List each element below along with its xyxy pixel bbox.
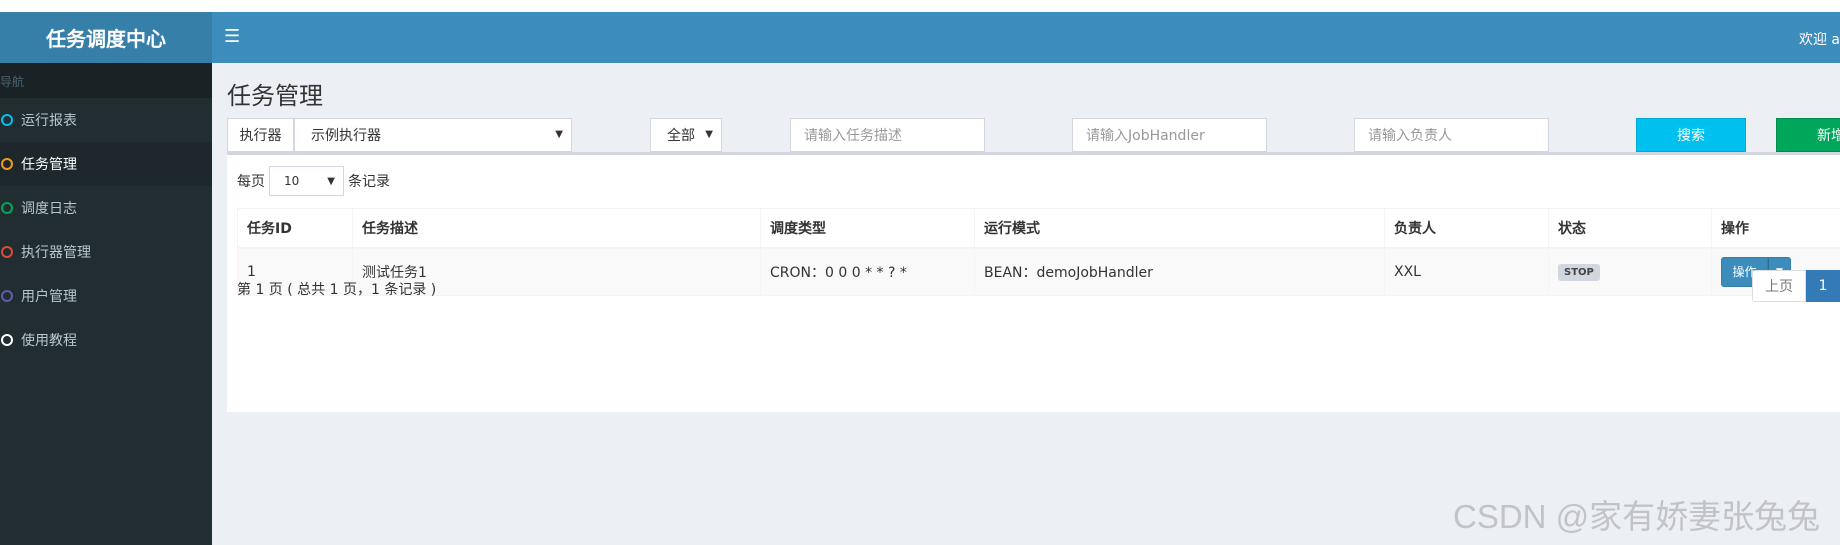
table-header-row: 任务ID 任务描述 调度类型 运行模式 负责人 状态 操作 bbox=[237, 208, 1840, 249]
col-header-mode[interactable]: 运行模式 bbox=[974, 208, 1385, 249]
page-length-suffix: 条记录 bbox=[348, 174, 390, 190]
top-strip bbox=[0, 0, 1840, 12]
sidebar-header: 导航 bbox=[0, 63, 212, 98]
sidebar-item-3[interactable]: 执行器管理 bbox=[0, 230, 212, 274]
executor-filter: 执行器 示例执行器 ▼ bbox=[227, 118, 620, 152]
status-badge: STOP bbox=[1558, 263, 1600, 281]
sidebar-item-label: 执行器管理 bbox=[21, 245, 91, 261]
top-navbar: ☰ 欢迎 a bbox=[212, 12, 1840, 63]
page-length-value: 10 bbox=[284, 174, 300, 188]
sidebar-item-label: 使用教程 bbox=[21, 333, 77, 349]
add-button[interactable]: 新增 bbox=[1776, 118, 1840, 152]
circle-icon bbox=[1, 158, 13, 170]
cell-author: XXL bbox=[1384, 247, 1549, 296]
app-logo[interactable]: 任务调度中心 bbox=[0, 12, 212, 63]
sidebar-item-label: 调度日志 bbox=[21, 201, 77, 217]
welcome-user-menu[interactable]: 欢迎 a bbox=[1799, 29, 1840, 49]
cell-status: STOP bbox=[1548, 247, 1712, 296]
circle-icon bbox=[1, 246, 13, 258]
table-info: 第 1 页 ( 总共 1 页，1 条记录 ) bbox=[237, 282, 437, 298]
sidebar: 导航 运行报表任务管理调度日志执行器管理用户管理使用教程 bbox=[0, 63, 212, 545]
chevron-down-icon: ▼ bbox=[555, 129, 563, 140]
cell-schedule: CRON：0 0 0 * * ? * bbox=[760, 247, 975, 296]
cell-mode: BEAN：demoJobHandler bbox=[974, 247, 1385, 296]
sidebar-item-2[interactable]: 调度日志 bbox=[0, 186, 212, 230]
page-length-prefix: 每页 bbox=[237, 174, 265, 190]
status-select-value: 全部 bbox=[667, 128, 695, 144]
sidebar-item-label: 任务管理 bbox=[21, 157, 77, 173]
job-table: 任务ID 任务描述 调度类型 运行模式 负责人 状态 操作 1 测试任务1 CR… bbox=[237, 208, 1840, 296]
chevron-down-icon: ▼ bbox=[705, 129, 713, 140]
col-header-id[interactable]: 任务ID bbox=[237, 208, 353, 249]
hamburger-icon[interactable]: ☰ bbox=[224, 26, 240, 48]
sidebar-item-label: 用户管理 bbox=[21, 289, 77, 305]
page-length-control: 每页 10 ▼ 条记录 bbox=[237, 166, 390, 196]
pagination: 上页 1 下页 bbox=[1752, 270, 1840, 302]
col-header-author[interactable]: 负责人 bbox=[1384, 208, 1549, 249]
prev-page-button[interactable]: 上页 bbox=[1752, 270, 1806, 302]
sidebar-item-label: 运行报表 bbox=[21, 113, 77, 129]
page-length-select[interactable]: 10 ▼ bbox=[269, 166, 344, 196]
executor-select-value: 示例执行器 bbox=[311, 128, 381, 144]
col-header-status[interactable]: 状态 bbox=[1548, 208, 1712, 249]
executor-label: 执行器 bbox=[227, 118, 294, 152]
chevron-down-icon: ▼ bbox=[327, 176, 335, 187]
page-title: 任务管理 bbox=[227, 82, 323, 110]
table-row: 1 测试任务1 CRON：0 0 0 * * ? * BEAN：demoJobH… bbox=[237, 247, 1840, 296]
executor-select[interactable]: 示例执行器 ▼ bbox=[294, 118, 572, 152]
col-header-schedule[interactable]: 调度类型 bbox=[760, 208, 975, 249]
circle-icon bbox=[1, 334, 13, 346]
circle-icon bbox=[1, 202, 13, 214]
job-table-box: 每页 10 ▼ 条记录 任务ID 任务描述 调度类型 运行模式 负责人 状态 操… bbox=[227, 152, 1840, 412]
author-input[interactable]: 请输入负责人 bbox=[1354, 118, 1549, 152]
status-select[interactable]: 全部 ▼ bbox=[650, 118, 722, 152]
circle-icon bbox=[1, 114, 13, 126]
col-header-action: 操作 bbox=[1711, 208, 1840, 249]
job-desc-input[interactable]: 请输入任务描述 bbox=[790, 118, 985, 152]
sidebar-item-5[interactable]: 使用教程 bbox=[0, 318, 212, 362]
circle-icon bbox=[1, 290, 13, 302]
job-handler-input[interactable]: 请输入JobHandler bbox=[1072, 118, 1267, 152]
sidebar-item-1[interactable]: 任务管理 bbox=[0, 142, 212, 186]
watermark-text: CSDN @家有娇妻张兔兔 bbox=[1453, 498, 1821, 535]
col-header-desc[interactable]: 任务描述 bbox=[352, 208, 761, 249]
sidebar-item-0[interactable]: 运行报表 bbox=[0, 98, 212, 142]
search-button[interactable]: 搜索 bbox=[1636, 118, 1746, 152]
main-content: 任务管理 执行器 示例执行器 ▼ 全部 ▼ 请输入任务描述 请输入JobHand… bbox=[212, 63, 1840, 545]
sidebar-item-4[interactable]: 用户管理 bbox=[0, 274, 212, 318]
page-1-button[interactable]: 1 bbox=[1806, 270, 1840, 302]
